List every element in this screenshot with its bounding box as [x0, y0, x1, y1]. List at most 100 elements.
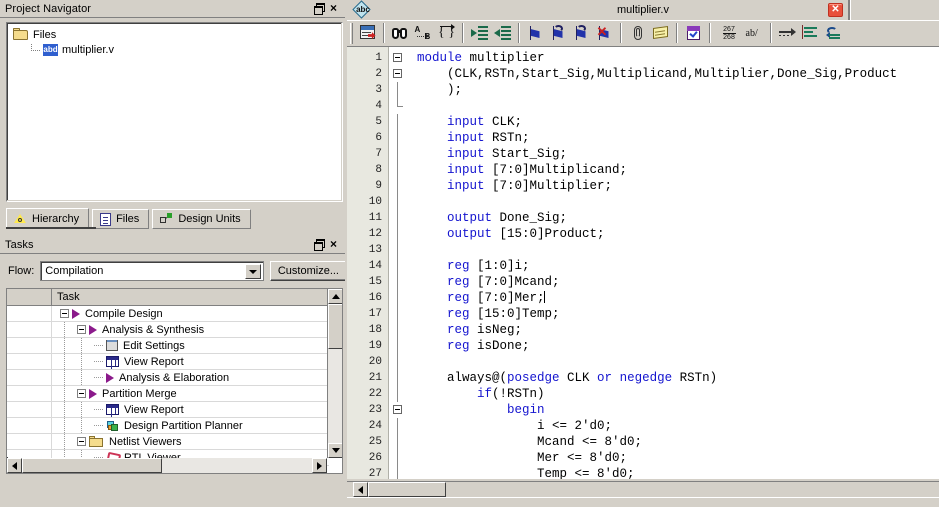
fold-cell	[389, 434, 411, 450]
tree-connector	[94, 377, 104, 378]
toolbar-grip[interactable]	[350, 22, 353, 44]
code-text-span	[417, 307, 447, 321]
task-status-cell	[7, 322, 52, 337]
code-scroll-left-arrow[interactable]	[353, 482, 368, 497]
left-dock: Project Navigator × Files abd multiplier…	[0, 0, 347, 507]
increase-indent-icon[interactable]	[468, 22, 491, 44]
text-wrap-icon[interactable]: ab/	[743, 22, 766, 44]
fold-guide-line	[397, 274, 398, 290]
project-navigator-tree[interactable]: Files abd multiplier.v	[6, 22, 343, 202]
tree-expander[interactable]	[77, 389, 86, 398]
find-icon[interactable]	[389, 22, 412, 44]
previous-bookmark-icon[interactable]	[570, 22, 593, 44]
tree-item-files[interactable]: Files	[7, 27, 342, 42]
task-grid-col-task: Task	[52, 289, 329, 306]
go-forward-icon[interactable]	[776, 22, 799, 44]
code-text-span: [15:0]Temp;	[469, 307, 560, 321]
editor-titlebar-grip[interactable]	[848, 0, 851, 20]
table-row[interactable]: Partition Merge	[7, 386, 329, 402]
tab-design-units[interactable]: Design Units	[152, 209, 251, 229]
play-triangle-icon	[106, 372, 114, 383]
hscroll-thumb[interactable]	[22, 458, 162, 473]
task-grid-vscrollbar[interactable]	[327, 289, 342, 458]
code-keyword: reg	[447, 323, 470, 337]
vscroll-thumb[interactable]	[328, 304, 342, 349]
toggle-bookmark-icon[interactable]	[524, 22, 547, 44]
report-icon	[106, 356, 119, 367]
tree-expander[interactable]	[77, 437, 86, 446]
table-row[interactable]: View Report	[7, 354, 329, 370]
fold-collapse-icon[interactable]	[393, 405, 402, 414]
clear-bookmarks-icon[interactable]: ✕	[593, 22, 616, 44]
code-text-span	[417, 115, 447, 129]
scroll-right-arrow[interactable]	[312, 458, 327, 473]
indent-block-icon[interactable]	[799, 22, 822, 44]
table-row[interactable]: Compile Design	[7, 306, 329, 322]
chevron-down-icon[interactable]	[244, 264, 261, 279]
fold-cell[interactable]	[389, 50, 411, 66]
fold-collapse-icon[interactable]	[393, 69, 402, 78]
tree-expander[interactable]	[77, 325, 86, 334]
find-next-icon[interactable]: AB	[412, 22, 435, 44]
customize-button[interactable]: Customize...	[269, 261, 347, 281]
code-text[interactable]: module multiplier (CLK,RSTn,Start_Sig,Mu…	[411, 47, 939, 479]
match-brace-icon[interactable]: { }	[435, 22, 458, 44]
line-number-gutter: 1 2 3 4 5 6 7 8 9 10 11 12 13 14 15 16 17 18 19 20 21 22 23 24 2…	[347, 47, 389, 479]
code-keyword: reg	[447, 307, 470, 321]
table-row[interactable]: Analysis & Synthesis	[7, 322, 329, 338]
tab-files[interactable]: Files	[92, 209, 150, 229]
code-text-span: [7:0]Mer;	[469, 291, 545, 305]
code-line: reg [7:0]Mcand;	[411, 274, 939, 290]
table-row[interactable]: View Report	[7, 402, 329, 418]
goto-line-icon[interactable]	[356, 22, 379, 44]
table-row[interactable]: Design Partition Planner	[7, 418, 329, 434]
fold-cell[interactable]	[389, 402, 411, 418]
next-bookmark-icon[interactable]	[547, 22, 570, 44]
line-numbers-icon[interactable]: 267 268	[715, 22, 743, 44]
code-keyword: or	[597, 371, 613, 385]
task-label: Partition Merge	[102, 387, 177, 400]
task-label: View Report	[124, 355, 184, 368]
check-syntax-icon[interactable]	[682, 22, 705, 44]
scroll-down-arrow[interactable]	[328, 443, 342, 458]
scroll-up-arrow[interactable]	[328, 289, 342, 304]
task-grid[interactable]: Task Compile Design Analysis & Synthesis E…	[6, 288, 343, 474]
table-row[interactable]: Edit Settings	[7, 338, 329, 354]
project-navigator-close-icon[interactable]: ×	[330, 2, 341, 14]
tree-expander[interactable]	[60, 309, 69, 318]
fold-guide-line	[397, 418, 398, 434]
task-grid-hscrollbar[interactable]	[7, 458, 327, 473]
play-triangle-icon	[89, 388, 97, 399]
code-text-span	[417, 339, 447, 353]
code-keyword: input	[447, 115, 485, 129]
table-row[interactable]: Netlist Viewers	[7, 434, 329, 450]
insert-template-icon[interactable]	[626, 22, 649, 44]
tree-item-multiplier-v[interactable]: abd multiplier.v	[7, 42, 342, 57]
tasks-close-icon[interactable]: ×	[330, 238, 341, 250]
fold-collapse-icon[interactable]	[393, 53, 402, 62]
tasks-restore-icon[interactable]	[314, 239, 325, 250]
code-text-span	[417, 323, 447, 337]
code-hscroll-thumb[interactable]	[368, 482, 446, 497]
report-icon	[106, 404, 119, 415]
flow-select[interactable]: Compilation	[40, 261, 264, 281]
decrease-indent-icon[interactable]	[491, 22, 514, 44]
insert-comment-icon[interactable]	[649, 22, 672, 44]
folder-icon	[13, 28, 29, 41]
fold-guide-line	[397, 322, 398, 338]
project-navigator-restore-icon[interactable]	[314, 3, 325, 14]
code-fold-column[interactable]	[389, 47, 411, 479]
fold-guide-line	[397, 162, 398, 178]
fold-cell[interactable]	[389, 66, 411, 82]
undo-indent-icon[interactable]	[822, 22, 845, 44]
code-hscrollbar[interactable]	[347, 481, 939, 497]
editor-close-button[interactable]: ✕	[828, 3, 843, 17]
code-editor[interactable]: 1 2 3 4 5 6 7 8 9 10 11 12 13 14 15 16 17 18 19 20 21 22 23 24 2…	[347, 46, 939, 479]
scroll-left-arrow[interactable]	[7, 458, 22, 473]
tab-hierarchy[interactable]: Hierarchy	[6, 208, 90, 229]
table-row[interactable]: Analysis & Elaboration	[7, 370, 329, 386]
toolbar-separator	[709, 23, 711, 43]
task-cell: Edit Settings	[52, 338, 329, 354]
